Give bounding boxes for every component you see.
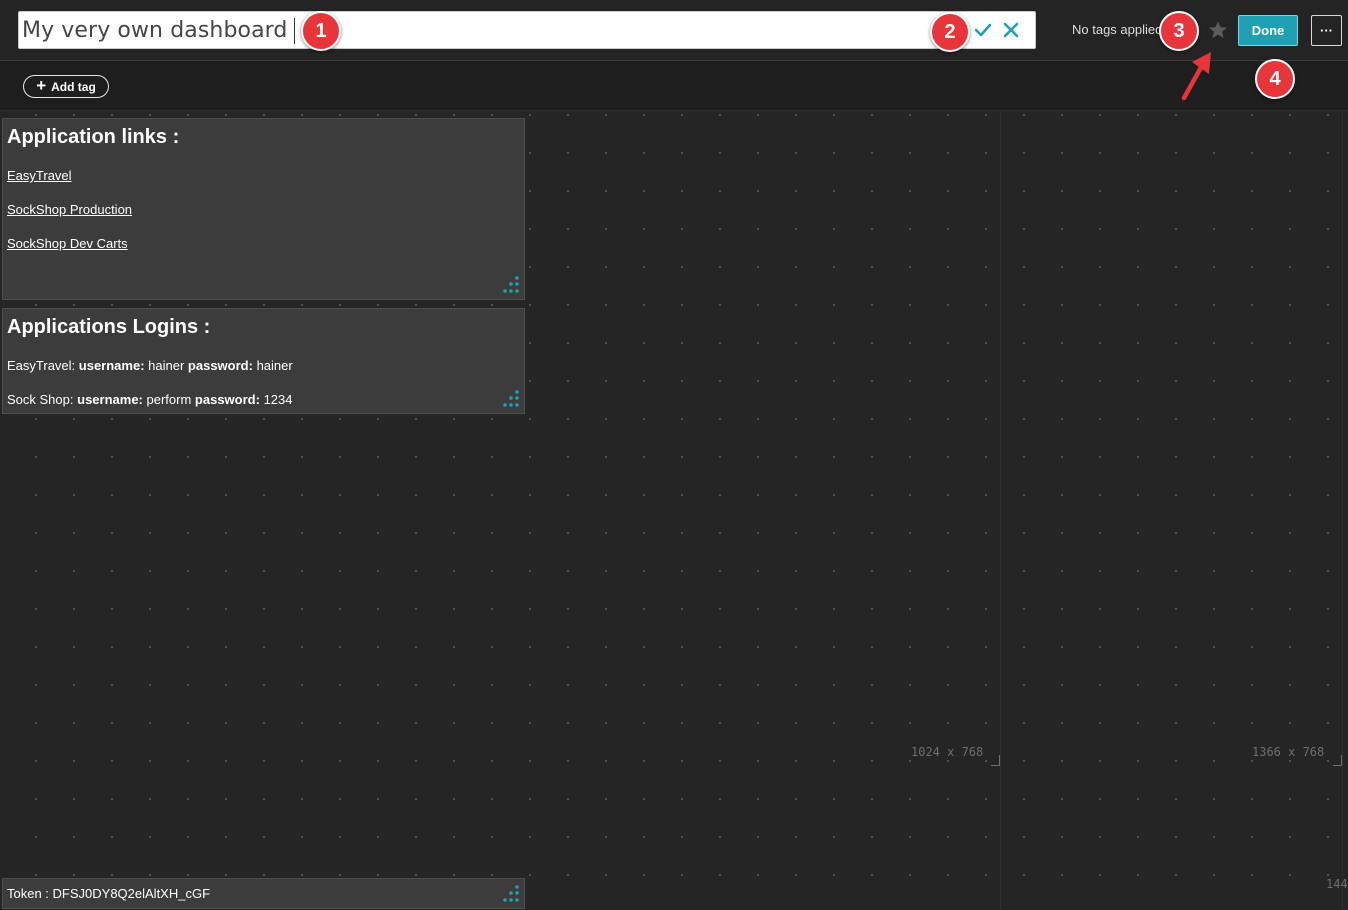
resolution-corner <box>1333 755 1342 766</box>
more-options-button[interactable]: ··· <box>1311 15 1342 46</box>
application-links-tile[interactable]: Application links : EasyTravel SockShop … <box>2 118 525 300</box>
callout-marker-2: 2 <box>930 12 970 52</box>
resolution-corner <box>991 755 1000 766</box>
application-logins-tile[interactable]: Applications Logins : EasyTravel: userna… <box>2 308 525 414</box>
resolution-guide-line <box>1000 112 1001 910</box>
link-easytravel[interactable]: EasyTravel <box>7 168 72 183</box>
tile-title: Application links : <box>7 126 180 148</box>
dashboard-title-input[interactable] <box>19 12 959 48</box>
dashboard-title-field[interactable] <box>18 11 1036 49</box>
star-icon[interactable] <box>1207 19 1229 41</box>
login-row-easytravel: EasyTravel: username: hainer password: h… <box>7 358 293 373</box>
link-sockshop-dev-carts[interactable]: SockShop Dev Carts <box>7 236 128 251</box>
resize-handle-icon[interactable] <box>500 389 520 409</box>
link-sockshop-production[interactable]: SockShop Production <box>7 202 132 217</box>
resize-handle-icon[interactable] <box>500 275 520 295</box>
add-tag-button[interactable]: + Add tag <box>23 75 109 98</box>
resize-handle-icon[interactable] <box>500 884 520 904</box>
title-actions <box>973 19 1021 41</box>
check-icon[interactable] <box>973 19 993 41</box>
dashboard-header: No tags applied Done ··· <box>0 0 1348 61</box>
callout-marker-4: 4 <box>1255 59 1295 99</box>
callout-marker-3: 3 <box>1159 11 1199 51</box>
tags-status: No tags applied <box>1072 22 1162 37</box>
token-text: Token : DFSJ0DY8Q2elAltXH_cGF <box>7 886 211 901</box>
callout-arrow-icon <box>1181 52 1211 101</box>
callout-marker-1: 1 <box>301 11 341 51</box>
resolution-marker-1366: 1366 x 768 <box>1252 745 1325 759</box>
tile-title: Applications Logins : <box>7 316 211 338</box>
token-tile[interactable]: Token : DFSJ0DY8Q2elAltXH_cGF <box>2 878 525 909</box>
text-caret <box>294 18 295 44</box>
login-row-sockshop: Sock Shop: username: perform password: 1… <box>7 392 293 407</box>
done-button[interactable]: Done <box>1238 15 1298 46</box>
tag-bar: + Add tag <box>0 61 1348 111</box>
plus-icon: + <box>36 76 47 95</box>
resolution-guide-line <box>1342 112 1343 910</box>
resolution-marker-1024: 1024 x 768 <box>911 745 984 759</box>
close-icon[interactable] <box>1001 19 1021 41</box>
add-tag-label: Add tag <box>51 79 96 94</box>
resolution-marker-1440: 144 <box>1326 877 1348 891</box>
